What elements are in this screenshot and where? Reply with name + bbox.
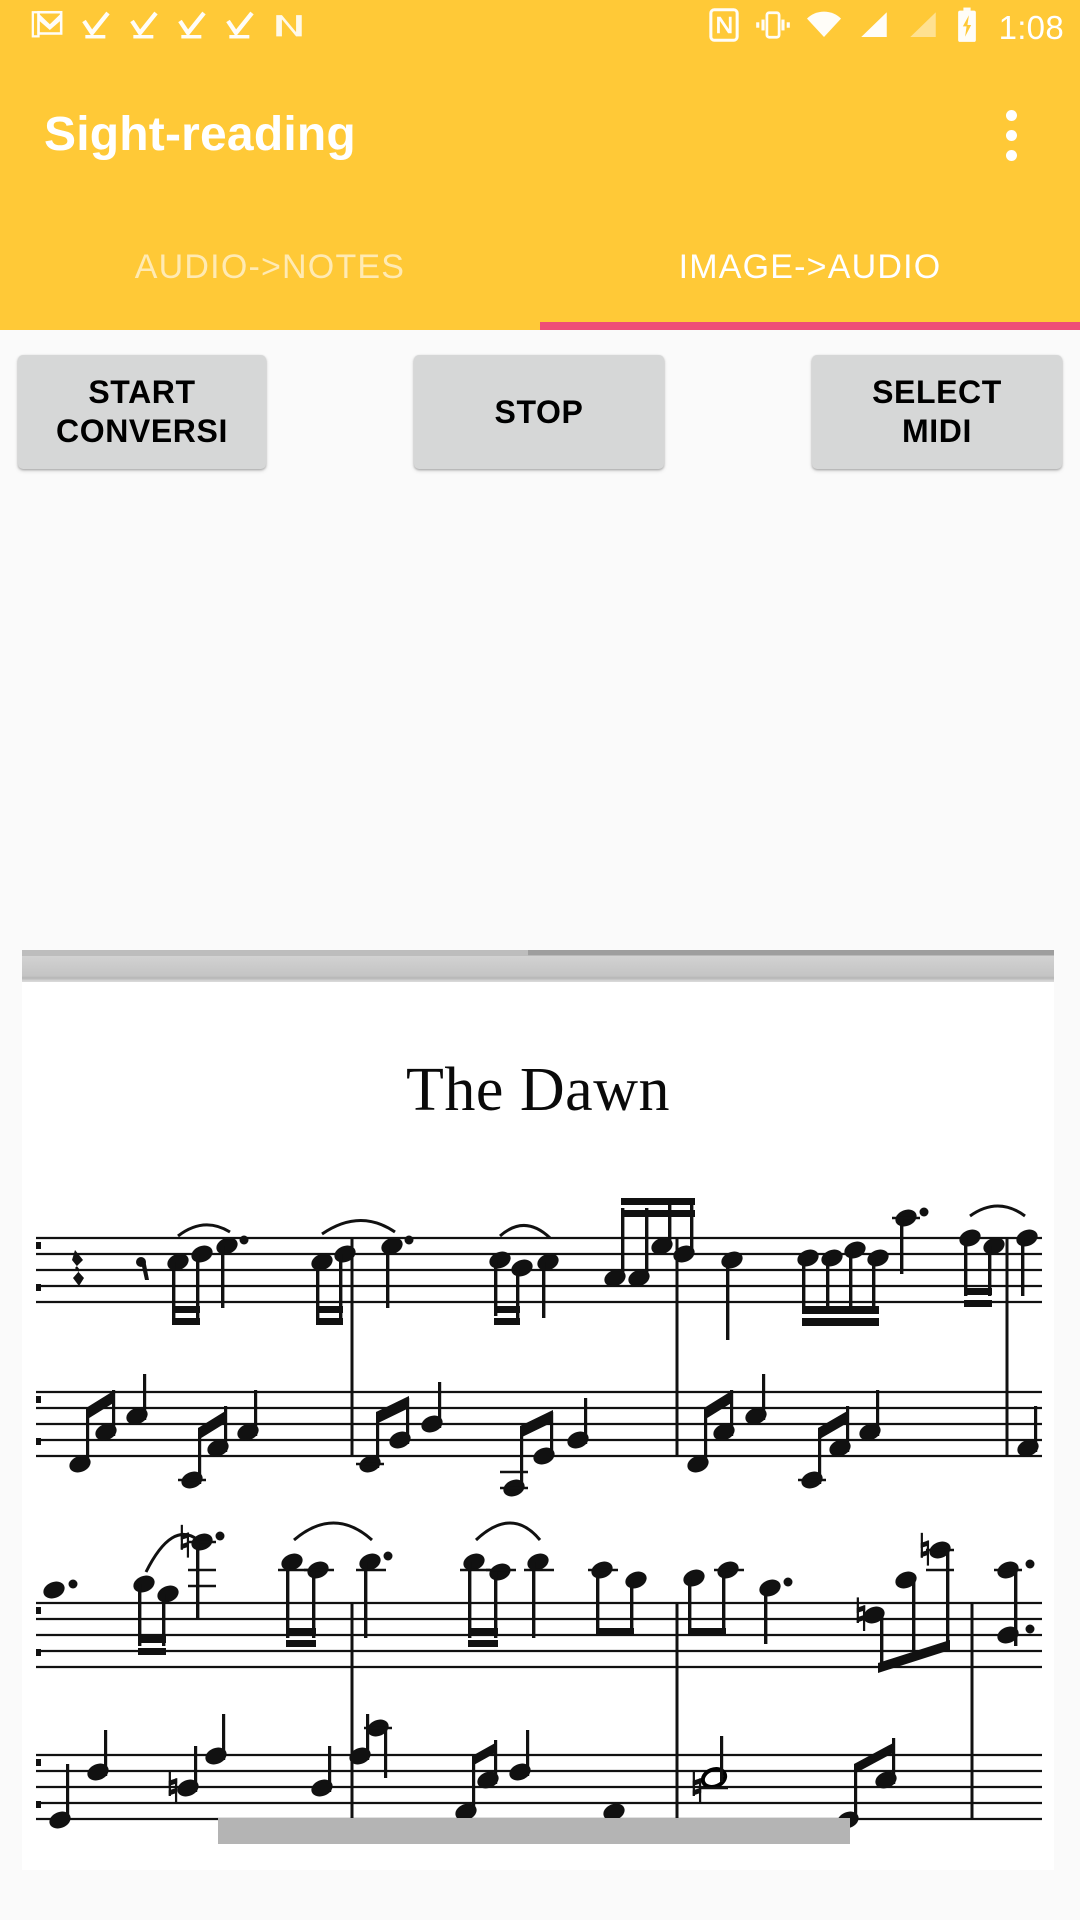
app-bar-top-row: Sight-reading — [0, 55, 1080, 215]
note-group — [486, 1224, 562, 1325]
tab-audio-to-notes[interactable]: AUDIO->NOTES — [0, 215, 540, 330]
note-group — [718, 1206, 929, 1340]
note-group — [956, 1204, 1041, 1307]
overflow-menu-icon[interactable] — [976, 100, 1046, 170]
wifi-icon — [805, 8, 843, 47]
cellular-signal-empty-icon — [905, 8, 941, 47]
note-group — [460, 1521, 554, 1647]
action-button-row: START CONVERSI STOP SELECT MIDI — [0, 330, 1080, 470]
task-complete-icon-2 — [128, 8, 160, 47]
note-group — [308, 1219, 414, 1456]
sheet-music-notation — [36, 1198, 1042, 1832]
note-group — [588, 1558, 793, 1644]
status-bar-clock: 1:08 — [998, 9, 1064, 46]
tab-bar: AUDIO->NOTES IMAGE->AUDIO — [0, 215, 1080, 330]
battery-charging-icon — [954, 7, 980, 48]
main-content: START CONVERSI STOP SELECT MIDI The Dawn — [0, 330, 1080, 1920]
note-group — [601, 1198, 698, 1290]
system-1 — [36, 1198, 1042, 1500]
app-bar: Sight-reading AUDIO->NOTES IMAGE->AUDIO — [0, 55, 1080, 330]
gmail-icon — [30, 8, 64, 47]
note-group — [164, 1223, 249, 1325]
task-complete-icon-1 — [80, 8, 112, 47]
status-bar-left-icons — [30, 8, 306, 47]
stop-button[interactable]: STOP — [414, 355, 664, 470]
start-conversion-button[interactable]: START CONVERSI — [18, 355, 266, 470]
select-midi-button[interactable]: SELECT MIDI — [812, 355, 1062, 470]
status-bar[interactable]: 1:08 — [0, 0, 1080, 55]
overflow-dot-3 — [1005, 149, 1017, 161]
system-2 — [36, 1521, 1042, 1832]
bass-note-group — [46, 1714, 900, 1832]
nfc-icon — [707, 7, 741, 48]
sheet-music-viewer[interactable]: The Dawn — [22, 950, 1054, 1870]
page-title: Sight-reading — [44, 108, 356, 161]
cellular-signal-icon — [856, 8, 892, 47]
note-group — [278, 1521, 393, 1647]
score-horizontal-scrollbar-bottom[interactable] — [218, 1818, 850, 1844]
task-complete-icon-3 — [176, 8, 208, 47]
tab-image-to-audio[interactable]: IMAGE->AUDIO — [540, 215, 1080, 330]
status-bar-right-icons: 1:08 — [707, 7, 1064, 48]
task-complete-icon-4 — [224, 8, 256, 47]
overflow-dot-2 — [1005, 129, 1017, 141]
overflow-dot-1 — [1005, 109, 1017, 121]
nova-launcher-icon — [272, 8, 306, 47]
score-horizontal-scrollbar-top[interactable] — [22, 950, 1054, 982]
vibrate-icon — [754, 8, 792, 47]
